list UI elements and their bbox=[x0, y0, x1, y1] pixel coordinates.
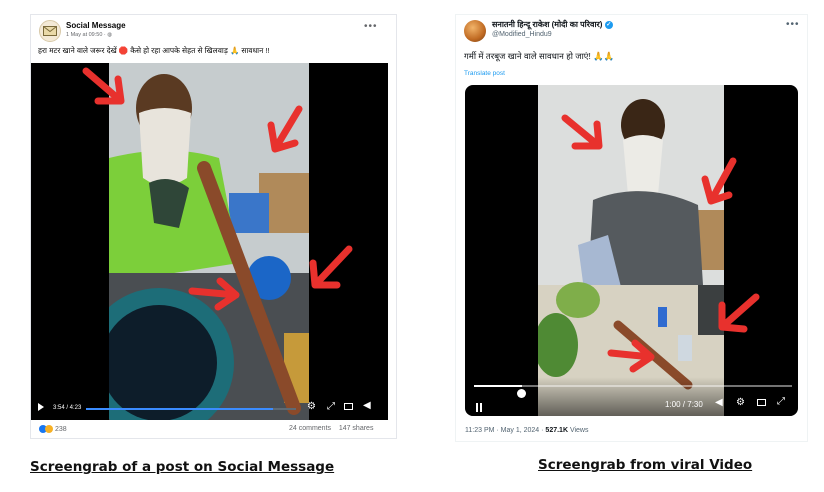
tweet-timestamp[interactable]: 11:23 PM · May 1, 2024 · bbox=[465, 427, 545, 434]
globe-icon: ◍ bbox=[107, 32, 113, 38]
video-progress-bar[interactable] bbox=[86, 408, 296, 410]
caption-left: Screengrab of a post on Social Message bbox=[30, 459, 335, 475]
envelope-icon bbox=[43, 26, 57, 36]
care-icon bbox=[45, 425, 53, 433]
more-options-icon[interactable]: ••• bbox=[786, 19, 800, 30]
video-time: 3:54 / 4:23 bbox=[53, 405, 82, 411]
video-controls: 3:54 / 4:23 ⚙ ⤢ ◀ bbox=[31, 393, 388, 420]
reactions-summary[interactable]: 238 bbox=[39, 425, 67, 433]
tweet-text: गर्मी में तरबूज खाने वाले सावधान हो जाएं… bbox=[464, 51, 615, 61]
shares-count[interactable]: 147 shares bbox=[339, 425, 374, 432]
tweet-meta: 11:23 PM · May 1, 2024 · 527.1K Views bbox=[465, 427, 589, 434]
red-arrow-1 bbox=[561, 114, 603, 150]
views-label: Views bbox=[568, 427, 589, 434]
progress-scrubber[interactable] bbox=[517, 389, 527, 398]
settings-icon[interactable]: ⚙ bbox=[307, 401, 316, 412]
more-options-icon[interactable]: ••• bbox=[364, 21, 378, 32]
red-arrow-1 bbox=[82, 67, 125, 105]
video-player[interactable]: 3:54 / 4:23 ⚙ ⤢ ◀ bbox=[31, 63, 388, 420]
engagement-summary: 24 comments 147 shares bbox=[289, 425, 373, 432]
video-progress-fill bbox=[474, 385, 522, 387]
page-avatar[interactable] bbox=[39, 20, 61, 42]
user-handle[interactable]: @Modified_Hindu9 bbox=[492, 31, 552, 38]
pause-icon[interactable] bbox=[476, 399, 482, 416]
video-player[interactable]: 1:00 / 7:30 ◀ ⚙ ⤢ bbox=[465, 85, 798, 416]
red-arrow-3 bbox=[309, 245, 353, 289]
caption-right: Screengrab from viral Video bbox=[538, 457, 753, 473]
post-caption: हरा मटर खाने वाले जरूर देखें 🛑 कैसे हो र… bbox=[38, 46, 270, 55]
picture-in-picture-icon[interactable] bbox=[344, 403, 353, 410]
settings-icon[interactable]: ⚙ bbox=[736, 397, 745, 408]
views-count: 527.1K bbox=[545, 427, 568, 434]
display-name: सनातनी हिन्दू राकेश (मोदी का परिवार) bbox=[492, 20, 603, 29]
red-arrow-4 bbox=[607, 339, 655, 373]
fullscreen-icon[interactable]: ⤢ bbox=[777, 396, 785, 407]
play-icon[interactable] bbox=[38, 403, 44, 411]
post-meta: 1 May at 09:50 · ◍ bbox=[66, 32, 112, 38]
volume-icon[interactable]: ◀ bbox=[363, 400, 371, 411]
translate-post-link[interactable]: Translate post bbox=[464, 70, 505, 77]
comments-count[interactable]: 24 comments bbox=[289, 425, 331, 432]
red-arrow-3 bbox=[718, 293, 760, 333]
page-name[interactable]: Social Message bbox=[66, 21, 126, 30]
video-progress-fill bbox=[86, 408, 273, 410]
verified-badge-icon: ✓ bbox=[604, 20, 613, 29]
social-message-post: Social Message 1 May at 09:50 · ◍ ••• हर… bbox=[30, 14, 397, 439]
red-arrow-2 bbox=[267, 105, 303, 153]
red-arrow-2 bbox=[701, 157, 737, 205]
display-name-row[interactable]: सनातनी हिन्दू राकेश (मोदी का परिवार) ✓ bbox=[492, 19, 613, 30]
video-controls: 1:00 / 7:30 ◀ ⚙ ⤢ bbox=[465, 377, 798, 416]
video-progress-bar[interactable] bbox=[474, 385, 792, 398]
volume-icon[interactable]: ◀ bbox=[715, 397, 723, 408]
fullscreen-icon[interactable]: ⤢ bbox=[327, 401, 335, 412]
post-timestamp[interactable]: 1 May at 09:50 · bbox=[66, 32, 107, 38]
user-avatar[interactable] bbox=[464, 20, 486, 42]
reactions-count: 238 bbox=[54, 425, 67, 433]
viral-tweet: सनातनी हिन्दू राकेश (मोदी का परिवार) ✓ @… bbox=[455, 14, 808, 442]
video-time: 1:00 / 7:30 bbox=[665, 400, 703, 409]
picture-in-picture-icon[interactable] bbox=[757, 399, 766, 406]
red-arrow-4 bbox=[188, 277, 240, 311]
